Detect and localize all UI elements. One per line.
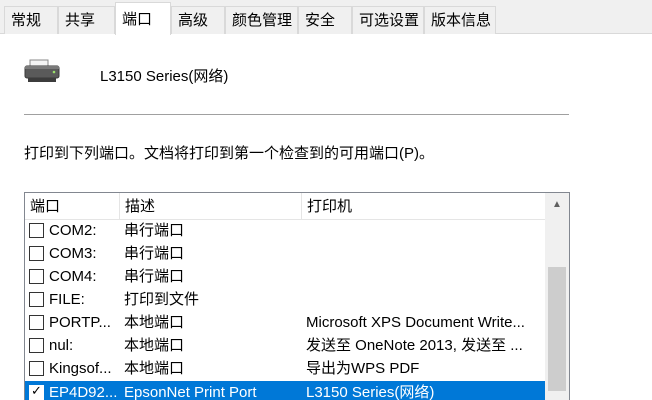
port-type: 串行端口: [124, 245, 185, 262]
port-name: PORTP...: [49, 314, 111, 331]
port-type: EpsonNet Print Port: [124, 384, 257, 400]
port-row[interactable]: nul: 本地端口 发送至 OneNote 2013, 发送至 ...: [25, 334, 545, 357]
tab-advanced[interactable]: 高级: [171, 6, 225, 34]
divider: [24, 114, 569, 115]
tab-version-info[interactable]: 版本信息: [424, 6, 496, 34]
port-type: 打印到文件: [124, 291, 200, 308]
port-printer: [306, 219, 542, 242]
port-printer: Microsoft XPS Document Write...: [306, 314, 525, 331]
port-type: 串行端口: [124, 222, 185, 239]
printer-icon: [24, 58, 62, 86]
tab-color-management[interactable]: 颜色管理: [225, 6, 298, 34]
port-checkbox[interactable]: [29, 246, 44, 261]
checkmark-icon: ✓: [31, 383, 42, 398]
port-row-selected[interactable]: ✓ EP4D92... EpsonNet Print Port L3150 Se…: [25, 381, 545, 400]
port-checkbox[interactable]: [29, 361, 44, 376]
port-checkbox[interactable]: [29, 338, 44, 353]
port-name: COM4:: [49, 268, 97, 285]
port-checkbox[interactable]: [29, 269, 44, 284]
port-checkbox[interactable]: [29, 315, 44, 330]
port-printer: L3150 Series(网络): [306, 384, 435, 400]
port-type: 本地端口: [124, 314, 185, 331]
port-row[interactable]: Kingsof... 本地端口 导出为WPS PDF: [25, 357, 545, 380]
port-type: 串行端口: [124, 268, 185, 285]
port-name: COM2:: [49, 222, 97, 239]
column-header-description[interactable]: 描述: [120, 193, 302, 220]
tab-security[interactable]: 安全: [298, 6, 352, 34]
port-checkbox-checked[interactable]: ✓: [29, 383, 44, 400]
tab-general[interactable]: 常规: [4, 6, 58, 34]
port-name: nul:: [49, 337, 74, 354]
port-row[interactable]: FILE: 打印到文件: [25, 288, 545, 311]
port-checkbox[interactable]: [29, 292, 44, 307]
port-name: Kingsof...: [49, 360, 112, 377]
port-checkbox[interactable]: [29, 223, 44, 238]
scroll-up-arrow-icon[interactable]: ▲: [545, 193, 569, 217]
port-name: FILE:: [49, 291, 85, 308]
port-printer: [306, 242, 542, 265]
port-printer: [306, 288, 542, 311]
tab-optional-settings[interactable]: 可选设置: [352, 6, 424, 34]
port-printer: [306, 265, 542, 288]
port-row[interactable]: COM2: 串行端口: [25, 219, 545, 242]
port-name: EP4D92...: [49, 384, 118, 400]
port-description: 打印到下列端口。文档将打印到第一个检查到的可用端口(P)。: [24, 145, 434, 162]
column-header-printer[interactable]: 打印机: [302, 193, 545, 220]
port-list[interactable]: 端口 描述 打印机 COM2: 串行端口 COM3: 串行端口 COM4: 串行…: [24, 192, 570, 400]
column-header-port[interactable]: 端口: [25, 193, 120, 220]
port-name: COM3:: [49, 245, 97, 262]
port-list-header: 端口 描述 打印机: [25, 193, 545, 220]
scrollbar-thumb[interactable]: [548, 267, 566, 391]
port-row[interactable]: PORTP... 本地端口 Microsoft XPS Document Wri…: [25, 311, 545, 334]
tab-bar: 常规 共享 端口 高级 颜色管理 安全 可选设置 版本信息: [0, 0, 652, 35]
port-row[interactable]: COM3: 串行端口: [25, 242, 545, 265]
port-type: 本地端口: [124, 337, 185, 354]
tab-sharing[interactable]: 共享: [58, 6, 115, 34]
port-type: 本地端口: [124, 360, 185, 377]
port-printer: 发送至 OneNote 2013, 发送至 ...: [306, 337, 523, 354]
printer-name: L3150 Series(网络): [100, 68, 229, 85]
vertical-scrollbar[interactable]: ▲: [545, 193, 569, 400]
port-printer: 导出为WPS PDF: [306, 360, 420, 377]
port-row[interactable]: COM4: 串行端口: [25, 265, 545, 288]
tab-ports[interactable]: 端口: [115, 2, 171, 35]
